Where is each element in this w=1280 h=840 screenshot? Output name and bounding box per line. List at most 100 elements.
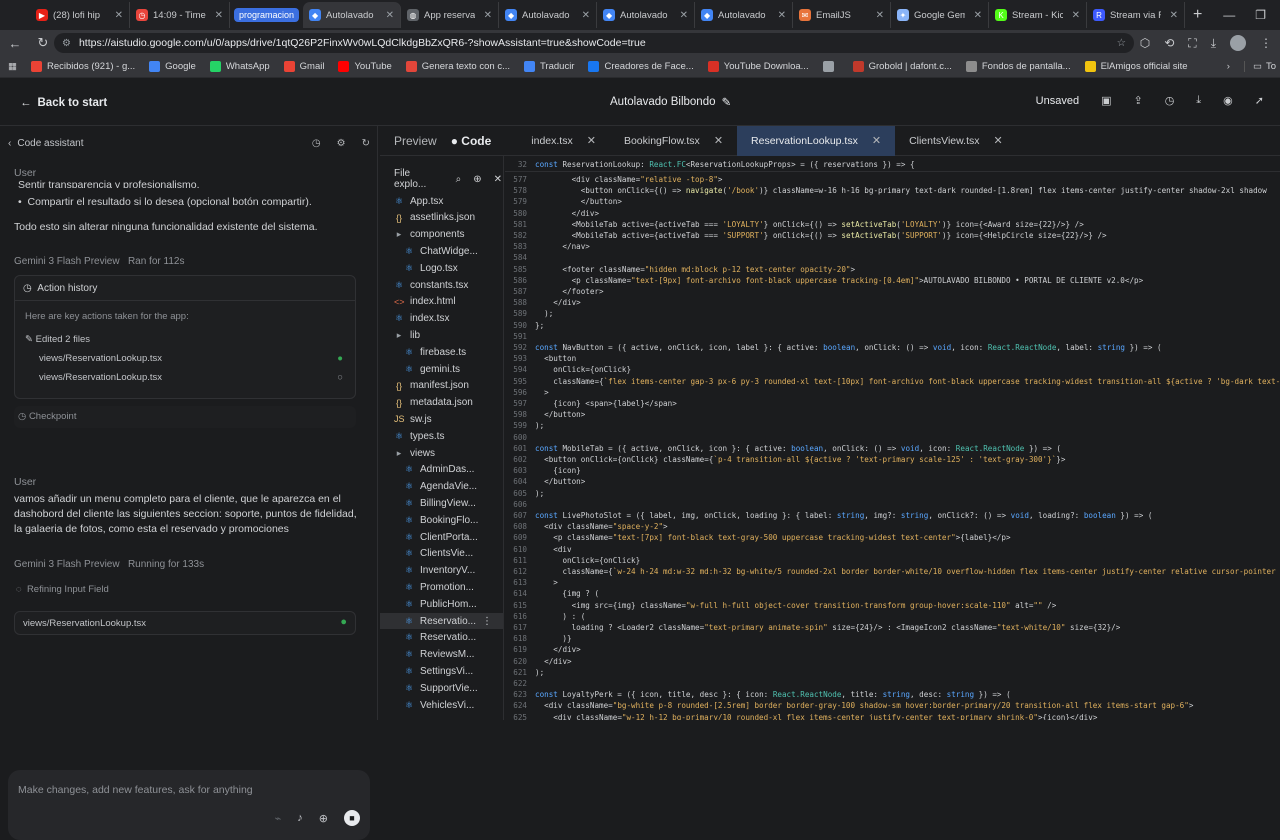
group-tab-3[interactable]: ◆ Autolavado Bilb ✕ <box>597 2 696 28</box>
all-bookmarks-button[interactable]: ▭ To <box>1243 61 1276 72</box>
close-tab-icon[interactable]: ✕ <box>587 134 596 147</box>
file-item[interactable]: ⚛ index.tsx <box>380 311 503 327</box>
file-item[interactable]: JS sw.js <box>380 411 503 427</box>
close-tab-icon[interactable]: ✕ <box>872 134 881 147</box>
file-item[interactable]: ▸ views <box>380 445 503 461</box>
close-tab-icon[interactable]: ✕ <box>970 10 982 21</box>
group-tab-6[interactable]: ✦ Google Gemini ✕ <box>891 2 990 28</box>
file-item[interactable]: {} manifest.json <box>380 378 503 394</box>
file-item[interactable]: {} assetlinks.json <box>380 210 503 226</box>
history-icon[interactable]: ◷ <box>312 138 321 149</box>
file-item[interactable]: ⚛ ChatWidge... <box>380 243 503 259</box>
search-icon[interactable]: ⌕ <box>456 174 462 185</box>
group-tab-1[interactable]: ◍ App reservas a ✕ <box>401 2 500 28</box>
close-tab-icon[interactable]: ✕ <box>111 10 123 21</box>
file-item[interactable]: ▸ components <box>380 227 503 243</box>
extensions-icon[interactable]: ⬡ <box>1140 36 1150 50</box>
extension-icon-2[interactable]: ⛶ <box>1188 36 1196 51</box>
bookmark-0[interactable]: Recibidos (921) - g... <box>30 61 135 72</box>
prompt-input[interactable]: Make changes, add new features, ask for … <box>8 770 370 840</box>
save-icon[interactable]: ▣ <box>1101 94 1111 107</box>
profile-avatar[interactable] <box>1230 35 1246 51</box>
close-tab-icon[interactable]: ✕ <box>211 10 223 21</box>
collapse-icon[interactable]: ✕ <box>494 174 502 185</box>
file-item[interactable]: ⚛ ClientPorta... <box>380 529 503 545</box>
close-tab-icon[interactable]: ✕ <box>578 10 590 21</box>
close-tab-icon[interactable]: ✕ <box>714 134 723 147</box>
file-item[interactable]: ⚛ constants.tsx <box>380 277 503 293</box>
close-tab-icon[interactable]: ✕ <box>993 134 1002 147</box>
file-tab-0[interactable]: index.tsx ✕ <box>517 126 610 156</box>
apps-grid-icon[interactable]: ▦ <box>8 61 17 72</box>
edited-file-1[interactable]: views/ReservationLookup.tsx ● <box>39 351 351 366</box>
file-item[interactable]: {} metadata.json <box>380 395 503 411</box>
bookmark-3[interactable]: Gmail <box>283 61 324 72</box>
edit-pencil-icon[interactable]: ✎ <box>722 95 732 109</box>
file-tab-2[interactable]: ReservationLookup.tsx ✕ <box>737 125 896 156</box>
back-to-start-button[interactable]: ← Back to start <box>10 92 117 114</box>
file-item[interactable]: ⚛ ClientsVie... <box>380 546 503 562</box>
url-field[interactable]: ⚙ https://aistudio.google.com/u/0/apps/d… <box>54 33 1134 53</box>
download-icon[interactable]: ⤓ <box>1196 94 1201 107</box>
close-tab-icon[interactable]: ✕ <box>1166 10 1178 21</box>
file-item[interactable]: ⚛ AdminDas... <box>380 462 503 478</box>
bookmark-6[interactable]: Traducir <box>523 61 574 72</box>
group-tab-4[interactable]: ◆ Autolavado Bilb ✕ <box>695 2 794 28</box>
file-item[interactable]: ⚛ Logo.tsx <box>380 260 503 276</box>
file-tab-1[interactable]: BookingFlow.tsx ✕ <box>610 126 737 156</box>
edited-file-2[interactable]: views/ReservationLookup.tsx ○ <box>39 370 351 385</box>
bookmark-7[interactable]: Creadores de Face... <box>588 61 694 72</box>
file-item[interactable]: ⚛ Reservatio... <box>380 630 503 646</box>
reload-icon[interactable]: ↻ <box>30 35 56 51</box>
new-file-icon[interactable]: ⊕ <box>473 174 481 185</box>
group-tab-0[interactable]: ◆ Autolavado Bilb ✕ <box>303 2 402 28</box>
file-item[interactable]: ⚛ SupportVie... <box>380 680 503 696</box>
bookmark-2[interactable]: WhatsApp <box>209 61 270 72</box>
close-tab-icon[interactable]: ✕ <box>382 10 394 21</box>
file-item[interactable]: ⚛ types.ts <box>380 428 503 444</box>
bookmarks-overflow-icon[interactable]: › <box>1227 61 1230 72</box>
tab-preview[interactable]: Preview <box>394 134 437 148</box>
download-icon[interactable]: ⤓ <box>1211 36 1216 51</box>
close-tab-icon[interactable]: ✕ <box>480 10 492 21</box>
file-more-icon[interactable]: ⋮ <box>482 616 492 627</box>
close-tab-icon[interactable]: ✕ <box>1068 10 1080 21</box>
history-icon[interactable]: ◷ <box>1165 94 1175 107</box>
stop-button[interactable]: ■ <box>344 810 360 826</box>
back-arrow-icon[interactable]: ← <box>2 36 28 51</box>
tab-code[interactable]: ● Code <box>451 134 492 148</box>
bookmark-1[interactable]: Google <box>149 61 196 72</box>
file-item[interactable]: ⚛ Reservatio... ⋮ <box>380 613 503 629</box>
extension-icon[interactable]: ⟲ <box>1164 36 1174 50</box>
file-item[interactable]: ⚛ ReviewsM... <box>380 647 503 663</box>
microphone-icon[interactable]: ♪ <box>297 812 303 824</box>
file-item[interactable]: ⚛ App.tsx <box>380 193 503 209</box>
file-item[interactable]: ⚛ SettingsVi... <box>380 663 503 679</box>
bookmark-12[interactable]: ElAmigos official site <box>1084 61 1188 72</box>
settings-gear-icon[interactable]: ⚙ <box>337 138 346 149</box>
maximize-icon[interactable]: ❐ <box>1255 8 1266 22</box>
code-editor[interactable]: 32 const ReservationLookup: React.FC<Rese… <box>505 156 1280 720</box>
bookmark-10[interactable]: Grobold | dafont.c... <box>852 61 952 72</box>
github-icon[interactable]: ◉ <box>1223 94 1233 107</box>
attach-icon[interactable]: ⌁ <box>275 812 282 825</box>
file-item[interactable]: ▸ lib <box>380 327 503 343</box>
bookmark-8[interactable]: YouTube Downloa... <box>707 61 809 72</box>
browser-tab-0[interactable]: ▶ (28) lofi hip ✕ <box>30 2 130 28</box>
add-icon[interactable]: ⊕ <box>319 812 328 825</box>
file-item[interactable]: ⚛ InventoryV... <box>380 563 503 579</box>
bookmark-star-icon[interactable]: ☆ <box>1117 37 1126 49</box>
new-tab-icon[interactable]: + <box>1193 6 1202 24</box>
deploy-rocket-icon[interactable]: ➚ <box>1255 94 1264 107</box>
menu-icon[interactable]: ⋮ <box>1260 36 1272 50</box>
file-item[interactable]: ⚛ BookingFlo... <box>380 512 503 528</box>
file-item[interactable]: ⚛ Promotion... <box>380 579 503 595</box>
refining-file-row[interactable]: views/ReservationLookup.tsx ● <box>14 611 356 635</box>
group-tab-2[interactable]: ◆ Autolavado Bilb ✕ <box>499 2 598 28</box>
tab-group-label[interactable]: programacion <box>234 8 300 22</box>
bookmark-5[interactable]: Genera texto con c... <box>405 61 510 72</box>
close-tab-icon[interactable]: ✕ <box>676 10 688 21</box>
group-tab-8[interactable]: R Stream via RTM ✕ <box>1087 2 1186 28</box>
refresh-icon[interactable]: ↻ <box>362 138 370 149</box>
file-tab-3[interactable]: ClientsView.tsx ✕ <box>895 126 1017 156</box>
